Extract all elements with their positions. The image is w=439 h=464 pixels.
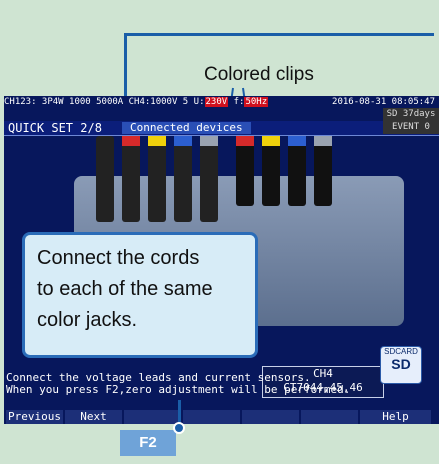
ring-blue [174,136,192,146]
page-title: QUICK SET 2/8 [8,121,102,135]
tab-connected-devices[interactable]: Connected devices [122,122,251,134]
fkey-6[interactable] [301,410,360,424]
ring-gray [200,136,218,146]
fkey-4[interactable] [183,410,242,424]
ring-gray-sensor [314,136,332,146]
colored-clips-label: Colored clips [204,64,314,85]
ring-yellow [148,136,166,146]
status-line-1: CH123: 3P4W 1000 5000A CH4:1000V 5 U:230… [4,97,435,107]
sensor-plug-gray [314,136,332,206]
fkey-5[interactable] [242,410,301,424]
ring-yellow-sensor [262,136,280,146]
instruction-message: Connect the voltage leads and current se… [6,371,351,396]
function-key-bar: Previous Next Help [6,410,433,424]
fkey-help[interactable]: Help [360,410,433,424]
ring-blue-sensor [288,136,306,146]
plug-black [96,136,114,222]
sensor-plug-blue [288,136,306,206]
sensor-plug-yellow [262,136,280,206]
fkey-next[interactable]: Next [65,410,124,424]
sensor-plug-red [236,136,254,206]
plug-blue [174,136,192,222]
ring-red-sensor [236,136,254,146]
fkey-3[interactable] [124,410,183,424]
callout-dot [173,422,185,434]
fkey-previous[interactable]: Previous [6,410,65,424]
title-bar: QUICK SET 2/8 Connected devices [4,121,439,136]
plug-gray [200,136,218,222]
plug-red [122,136,140,222]
instruction-callout: Connect the cords to each of the same co… [22,232,258,358]
sd-status: SD 37days EVENT 0 [383,108,439,134]
ring-red [122,136,140,146]
plug-yellow [148,136,166,222]
f2-key[interactable]: F2 [120,430,176,456]
callout-line [124,33,434,36]
